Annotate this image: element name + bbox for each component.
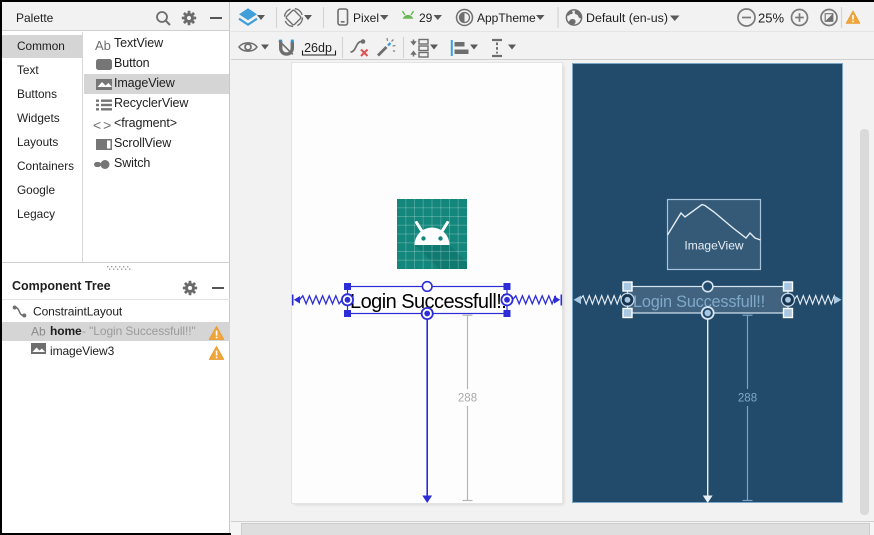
svg-text:imageView3: imageView3 <box>50 344 115 358</box>
svg-text:home: home <box>50 324 82 338</box>
svg-text:ConstraintLayout: ConstraintLayout <box>33 305 123 319</box>
svg-text:Ab: Ab <box>31 325 46 339</box>
svg-text:- "Login Successfull!!": - "Login Successfull!!" <box>82 324 196 338</box>
